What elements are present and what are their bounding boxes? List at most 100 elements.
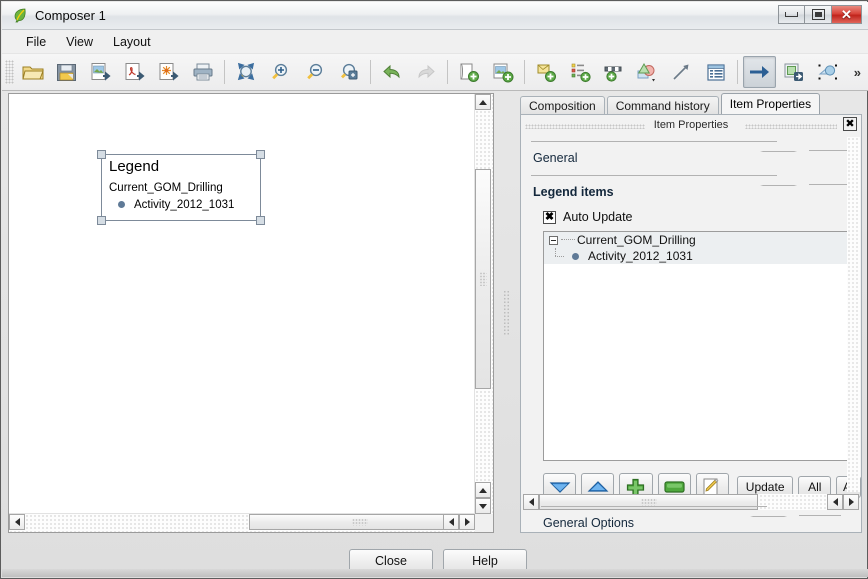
add-table-button[interactable] xyxy=(700,56,732,88)
general-options-group[interactable]: General Options xyxy=(541,498,841,532)
composer-page-view[interactable]: Legend Current_GOM_Drilling Activity_201… xyxy=(9,94,475,514)
add-scalebar-icon xyxy=(603,62,625,83)
group-items-icon xyxy=(817,62,839,83)
add-page-button[interactable] xyxy=(453,56,485,88)
canvas-horizontal-scroll-thumb[interactable] xyxy=(249,514,471,530)
move-item-content-button[interactable] xyxy=(778,56,810,88)
canvas-scroll-up-button[interactable] xyxy=(475,94,491,110)
export-pdf-button[interactable] xyxy=(119,56,151,88)
general-options-title[interactable]: General Options xyxy=(541,516,841,532)
title-left-group: Composer 1 xyxy=(12,7,106,23)
collapse-expander-icon[interactable] xyxy=(549,235,558,245)
add-page-icon xyxy=(458,62,480,83)
select-move-item-button[interactable] xyxy=(743,56,776,88)
arrow-down-icon xyxy=(479,503,487,509)
close-window-button[interactable]: ✕ xyxy=(832,5,862,24)
tree-row-layer[interactable]: Activity_2012_1031 xyxy=(544,248,850,264)
print-button[interactable] xyxy=(187,56,219,88)
resize-handle-top-right[interactable] xyxy=(256,150,265,159)
undo-button[interactable] xyxy=(376,56,408,88)
resize-handle-top-left[interactable] xyxy=(97,150,106,159)
zoom-in-button[interactable] xyxy=(264,56,296,88)
legend-composer-item[interactable]: Legend Current_GOM_Drilling Activity_201… xyxy=(97,150,265,225)
menu-file[interactable]: File xyxy=(16,32,56,52)
tab-item-properties[interactable]: Item Properties xyxy=(720,93,821,114)
export-image-button[interactable] xyxy=(85,56,117,88)
up-arrow-icon xyxy=(587,480,609,494)
scroll-thumb-grip xyxy=(479,272,487,286)
redo-button[interactable] xyxy=(410,56,442,88)
menu-bar: File View Layout xyxy=(2,30,868,53)
arrow-left-icon xyxy=(14,518,20,526)
undo-icon xyxy=(381,62,403,82)
canvas-scroll-up-button-2[interactable] xyxy=(475,482,491,498)
legend-items-tree[interactable]: Current_GOM_Drilling Activity_2012_1031 xyxy=(543,231,851,461)
toolbar-grip[interactable] xyxy=(5,60,14,84)
general-options-divider xyxy=(541,506,841,517)
zoom-actual-icon xyxy=(338,62,360,83)
canvas-scroll-right-button[interactable] xyxy=(459,514,475,530)
panel-scroll-right-button[interactable] xyxy=(843,494,859,510)
legend-item-entry-row: Activity_2012_1031 xyxy=(109,199,253,211)
canvas-scroll-left-button[interactable] xyxy=(9,514,25,530)
add-arrow-button[interactable] xyxy=(666,56,698,88)
canvas-vertical-scrollbar[interactable] xyxy=(474,94,493,514)
arrow-left-icon xyxy=(528,498,534,506)
item-properties-pane: Item Properties ✖ General Legend items ✖ xyxy=(520,114,862,533)
auto-update-row[interactable]: ✖ Auto Update xyxy=(543,210,861,224)
group-items-button[interactable] xyxy=(812,56,844,88)
add-image-button[interactable] xyxy=(487,56,519,88)
add-label-button[interactable] xyxy=(530,56,562,88)
minimize-icon xyxy=(785,12,798,17)
tree-group-label: Current_GOM_Drilling xyxy=(577,233,696,247)
arrow-left-icon xyxy=(448,518,454,526)
composer-canvas[interactable]: Legend Current_GOM_Drilling Activity_201… xyxy=(8,93,494,533)
composer-window: Composer 1 ✕ File View Layout » Legend C… xyxy=(0,0,868,579)
panel-scroll-left-button[interactable] xyxy=(523,494,539,510)
legend-item-entry-label: Activity_2012_1031 xyxy=(134,198,235,211)
canvas-scroll-left-button-2[interactable] xyxy=(443,514,459,530)
menu-layout[interactable]: Layout xyxy=(103,32,161,52)
canvas-horizontal-scrollbar[interactable] xyxy=(9,513,475,532)
general-group[interactable]: General xyxy=(531,133,851,167)
toolbar-separator-3 xyxy=(446,60,448,84)
tree-child-connector xyxy=(544,248,570,264)
panel-splitter[interactable] xyxy=(497,93,515,533)
auto-update-checkbox[interactable]: ✖ xyxy=(543,210,556,224)
minimize-button[interactable] xyxy=(778,5,805,24)
zoom-actual-button[interactable] xyxy=(333,56,365,88)
dock-header: Item Properties ✖ xyxy=(523,117,859,133)
zoom-in-icon xyxy=(269,62,291,83)
zoom-out-button[interactable] xyxy=(298,56,330,88)
canvas-vertical-scroll-thumb[interactable] xyxy=(475,169,491,389)
add-shape-button[interactable] xyxy=(632,56,664,88)
resize-handle-bottom-left[interactable] xyxy=(97,216,106,225)
tree-row-group[interactable]: Current_GOM_Drilling xyxy=(544,232,850,248)
resize-handle-bottom-right[interactable] xyxy=(256,216,265,225)
panel-vertical-scrollbar[interactable] xyxy=(847,137,860,492)
tab-command-history[interactable]: Command history xyxy=(606,96,719,114)
add-legend-button[interactable] xyxy=(564,56,596,88)
export-svg-button[interactable] xyxy=(153,56,185,88)
canvas-scroll-down-button[interactable] xyxy=(475,498,491,514)
dock-close-button[interactable]: ✖ xyxy=(843,117,857,131)
arrow-right-icon xyxy=(848,498,854,506)
save-template-button[interactable] xyxy=(51,56,83,88)
add-arrow-icon xyxy=(671,62,693,83)
legend-items-group[interactable]: Legend items xyxy=(531,167,851,201)
add-shape-icon xyxy=(636,62,660,83)
maximize-button[interactable] xyxy=(805,5,832,24)
open-template-button[interactable] xyxy=(17,56,49,88)
zoom-full-button[interactable] xyxy=(230,56,262,88)
properties-panel: Composition Command history Item Propert… xyxy=(520,93,862,533)
toolbar-overflow-button[interactable]: » xyxy=(847,65,868,80)
general-group-title[interactable]: General xyxy=(531,151,851,167)
add-legend-icon xyxy=(569,62,591,83)
tab-composition[interactable]: Composition xyxy=(520,96,605,114)
main-toolbar: » xyxy=(2,53,868,91)
panel-tab-bar: Composition Command history Item Propert… xyxy=(520,93,862,114)
export-svg-icon xyxy=(158,62,180,83)
add-scalebar-button[interactable] xyxy=(598,56,630,88)
menu-view[interactable]: View xyxy=(56,32,103,52)
legend-items-group-title[interactable]: Legend items xyxy=(531,185,851,201)
